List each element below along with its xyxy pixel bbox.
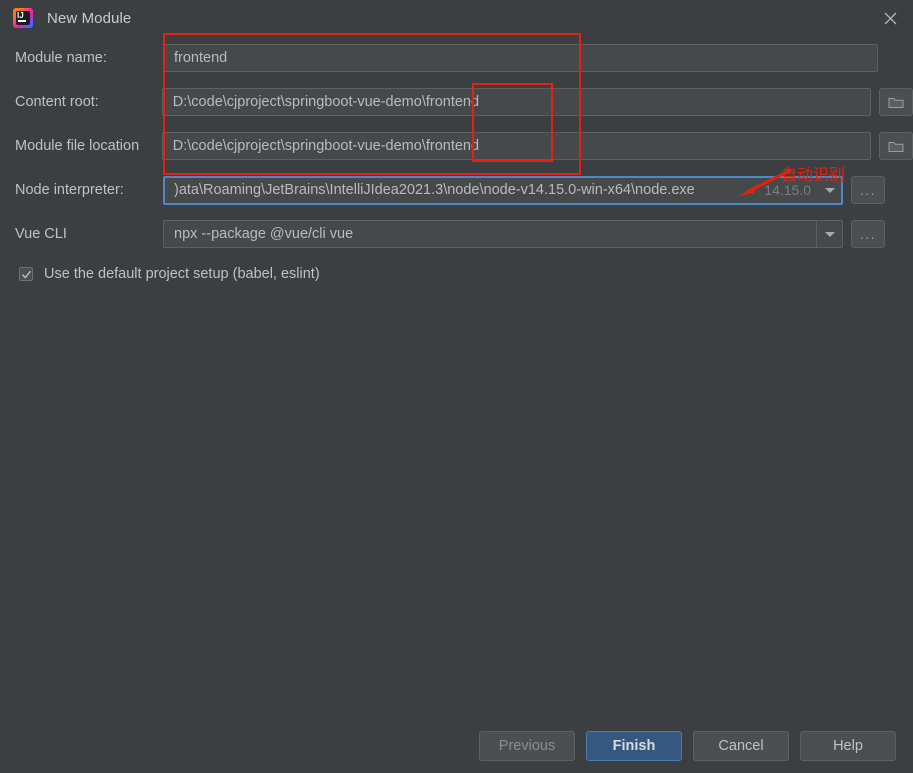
title-bar: IJ New Module — [0, 0, 913, 36]
node-version-label: 14.15.0 — [764, 182, 811, 198]
module-name-input[interactable]: frontend — [163, 44, 878, 72]
vue-cli-value: npx --package @vue/cli vue — [174, 226, 354, 242]
node-interpreter-browse-button[interactable]: ... — [851, 176, 885, 204]
previous-button[interactable]: Previous — [479, 730, 575, 761]
node-interpreter-value: )ata\Roaming\JetBrains\IntelliJIdea2021.… — [174, 182, 695, 198]
folder-icon — [888, 141, 904, 152]
content-root-label: Content root: — [15, 94, 99, 110]
row-node-interpreter: Node interpreter: )ata\Roaming\JetBrains… — [0, 168, 913, 212]
folder-icon — [888, 97, 904, 108]
row-module-file-location: Module file location D:\code\cjproject\s… — [0, 124, 913, 168]
module-name-value: frontend — [174, 50, 228, 66]
checkmark-icon — [21, 270, 31, 279]
close-button[interactable] — [867, 0, 913, 36]
vue-cli-dropdown-arrow[interactable] — [816, 221, 842, 247]
dialog-button-bar: Previous Finish Cancel Help — [0, 718, 913, 773]
window-title: New Module — [47, 9, 132, 27]
cancel-button[interactable]: Cancel — [693, 730, 789, 761]
default-project-setup-label: Use the default project setup (babel, es… — [44, 266, 320, 282]
module-file-location-browse-button[interactable] — [879, 132, 913, 160]
vue-cli-browse-label: ... — [859, 226, 877, 242]
node-interpreter-combo[interactable]: )ata\Roaming\JetBrains\IntelliJIdea2021.… — [163, 175, 843, 205]
row-content-root: Content root: D:\code\cjproject\springbo… — [0, 80, 913, 124]
form-area: Module name: frontend Content root: D:\c… — [0, 36, 913, 292]
vue-cli-combo[interactable]: npx --package @vue/cli vue — [163, 220, 843, 248]
chevron-down-icon — [825, 187, 835, 193]
intellij-idea-logo-icon: IJ — [13, 8, 33, 28]
module-file-location-input[interactable]: D:\code\cjproject\springboot-vue-demo\fr… — [161, 132, 871, 160]
row-vue-cli: Vue CLI npx --package @vue/cli vue ... — [0, 212, 913, 256]
module-file-location-value: D:\code\cjproject\springboot-vue-demo\fr… — [172, 138, 480, 154]
module-name-label: Module name: — [15, 50, 107, 66]
module-file-location-label: Module file location — [15, 138, 140, 154]
finish-button[interactable]: Finish — [586, 730, 682, 761]
app-icon-label: IJ — [17, 11, 24, 20]
content-root-value: D:\code\cjproject\springboot-vue-demo\fr… — [172, 94, 480, 110]
chevron-down-icon — [824, 231, 835, 237]
vue-cli-browse-button[interactable]: ... — [851, 220, 885, 248]
default-project-setup-checkbox[interactable] — [19, 267, 33, 281]
new-module-dialog: IJ New Module Module name: frontend Cont… — [0, 0, 913, 773]
row-default-project-setup: Use the default project setup (babel, es… — [0, 256, 913, 292]
node-interpreter-dropdown-arrow[interactable] — [819, 178, 841, 203]
close-icon — [884, 12, 896, 24]
node-interpreter-browse-label: ... — [859, 182, 877, 198]
content-root-browse-button[interactable] — [879, 88, 913, 116]
content-root-input[interactable]: D:\code\cjproject\springboot-vue-demo\fr… — [161, 88, 871, 116]
help-button[interactable]: Help — [800, 730, 896, 761]
vue-cli-label: Vue CLI — [15, 226, 67, 242]
node-interpreter-label: Node interpreter: — [15, 182, 124, 198]
row-module-name: Module name: frontend — [0, 36, 913, 80]
